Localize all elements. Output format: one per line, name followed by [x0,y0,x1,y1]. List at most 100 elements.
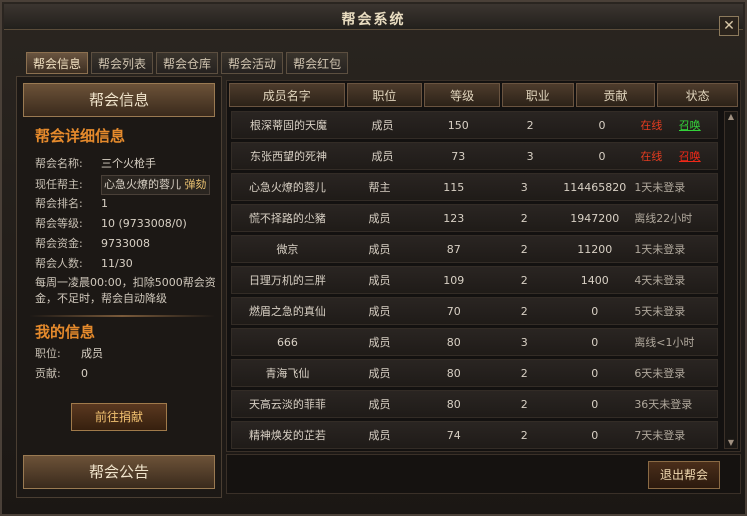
member-contribution: 0 [591,366,599,380]
table-row[interactable]: 青海飞仙 成员 80 2 0 6天未登录 [231,359,718,387]
my-contribution: 贡献: 0 [35,365,225,383]
member-level: 70 [446,304,461,318]
info-key: 帮会人数: [35,257,83,270]
member-level: 74 [446,428,461,442]
member-level: 80 [446,366,461,380]
info-rank: 帮会排名: 1 [35,195,225,213]
member-table: 成员名字 职位 等级 职业 贡献 状态 根深蒂固的天魔 成员 150 2 0 在线 召唤 东张… [226,80,741,452]
table-row[interactable]: 精神焕发的芷若 成员 74 2 0 7天未登录 [231,421,718,449]
tab-bar: 帮会信息 帮会列表 帮会仓库 帮会活动 帮会红包 [26,52,349,74]
member-status: 离线22小时 [634,212,693,225]
guild-info-panel: 帮会信息 帮会详细信息 帮会名称: 三个火枪手 现任帮主: 心急火燎的蓉儿 弹劾 帮… [16,76,222,498]
member-status: 36天未登录 [634,398,693,411]
scroll-up-icon[interactable]: ▲ [725,112,737,122]
info-guild-name: 帮会名称: 三个火枪手 [35,155,225,173]
member-role: 帮主 [368,181,391,194]
summon-button[interactable]: 召唤 [679,148,717,164]
bottom-bar: 退出帮会 [226,454,741,494]
table-row[interactable]: 微京 成员 87 2 11200 1天未登录 [231,235,718,263]
member-job: 2 [526,118,534,132]
member-status: 7天未登录 [634,429,686,442]
member-status: 4天未登录 [634,274,686,287]
impeach-button[interactable]: 弹劾 [185,178,207,191]
my-role: 职位: 成员 [35,345,225,363]
scroll-down-icon[interactable]: ▼ [725,438,737,448]
table-row[interactable]: 日理万机的三胖 成员 109 2 1400 4天未登录 [231,266,718,294]
table-row[interactable]: 心急火燎的蓉儿 帮主 115 3 114465820 1天未登录 [231,173,718,201]
table-row[interactable]: 666 成员 80 3 0 离线<1小时 [231,328,718,356]
info-key: 帮会名称: [35,157,83,170]
tab-guild-list[interactable]: 帮会列表 [91,52,154,74]
member-role: 成员 [371,150,394,163]
member-name: 天高云淡的菲菲 [248,398,326,411]
table-row[interactable]: 天高云淡的菲菲 成员 80 2 0 36天未登录 [231,390,718,418]
member-job: 3 [526,149,534,163]
member-contribution: 11200 [577,242,613,256]
member-role: 成员 [368,429,391,442]
col-level[interactable]: 等级 [424,83,500,107]
col-job[interactable]: 职业 [501,83,574,107]
table-row[interactable]: 慌不择路的尐豬 成员 123 2 1947200 离线22小时 [231,204,718,232]
summon-button[interactable]: 召唤 [679,117,717,133]
table-row[interactable]: 东张西望的死神 成员 73 3 0 在线 召唤 [231,142,718,170]
guild-info-header: 帮会信息 [23,83,215,117]
member-name: 东张西望的死神 [250,150,328,163]
table-row[interactable]: 燃眉之急的真仙 成员 70 2 0 5天未登录 [231,297,718,325]
col-role[interactable]: 职位 [346,83,423,107]
member-level: 87 [446,242,461,256]
member-job: 2 [520,397,528,411]
member-level: 80 [446,397,461,411]
member-contribution: 0 [591,304,599,318]
member-role: 成员 [368,274,391,287]
donate-button[interactable]: 前往捐献 [71,403,167,431]
member-status: 在线 [640,150,663,163]
info-key: 帮会资金: [35,237,83,250]
member-role: 成员 [371,119,394,132]
member-name: 日理万机的三胖 [248,274,326,287]
info-value: 0 [81,367,88,380]
member-name: 666 [276,335,298,349]
member-name: 青海飞仙 [265,367,310,380]
info-key: 帮会等级: [35,217,83,230]
exit-guild-button[interactable]: 退出帮会 [648,461,720,489]
member-role: 成员 [368,336,391,349]
info-key: 职位: [35,347,61,360]
member-job: 3 [520,180,528,194]
col-contribution[interactable]: 贡献 [575,83,656,107]
tab-guild-info[interactable]: 帮会信息 [26,52,89,74]
close-button[interactable]: ✕ [719,16,739,36]
tab-guild-redpacket[interactable]: 帮会红包 [286,52,349,74]
member-status: 在线 [640,119,663,132]
tab-guild-warehouse[interactable]: 帮会仓库 [156,52,219,74]
tab-guild-activity[interactable]: 帮会活动 [221,52,284,74]
member-name: 精神焕发的芷若 [248,429,326,442]
info-value: 9733008 [101,237,150,250]
member-level: 109 [443,273,465,287]
member-status: 5天未登录 [634,305,686,318]
col-status[interactable]: 状态 [657,83,739,107]
member-name: 根深蒂固的天魔 [250,119,328,132]
member-level: 150 [447,118,469,132]
info-key: 贡献: [35,367,61,380]
info-level: 帮会等级: 10 (9733008/0) [35,215,225,233]
member-contribution: 1947200 [570,211,620,225]
info-key: 现任帮主: [35,178,83,191]
info-value: 10 (9733008/0) [101,217,187,230]
col-name[interactable]: 成员名字 [229,83,345,107]
member-level: 115 [443,180,465,194]
detail-section-title: 帮会详细信息 [35,127,126,145]
table-row[interactable]: 根深蒂固的天魔 成员 150 2 0 在线 召唤 [231,111,718,139]
info-funds: 帮会资金: 9733008 [35,235,225,253]
member-contribution: 0 [598,118,606,132]
member-status: 离线<1小时 [634,336,695,349]
scrollbar[interactable]: ▲ ▼ [724,111,738,449]
guild-announcement-button[interactable]: 帮会公告 [23,455,215,489]
title-bar[interactable]: 帮会系统 [4,4,743,30]
member-name: 心急火燎的蓉儿 [248,181,326,194]
member-role: 成员 [368,212,391,225]
weekly-notice: 每周一凌晨00:00，扣除5000帮会资金，不足时，帮会自动降级 [35,276,216,305]
info-leader: 现任帮主: 心急火燎的蓉儿 弹劾 [35,175,225,195]
member-status: 6天未登录 [634,367,686,380]
member-level: 80 [446,335,461,349]
info-value: 心急火燎的蓉儿 [104,178,181,191]
